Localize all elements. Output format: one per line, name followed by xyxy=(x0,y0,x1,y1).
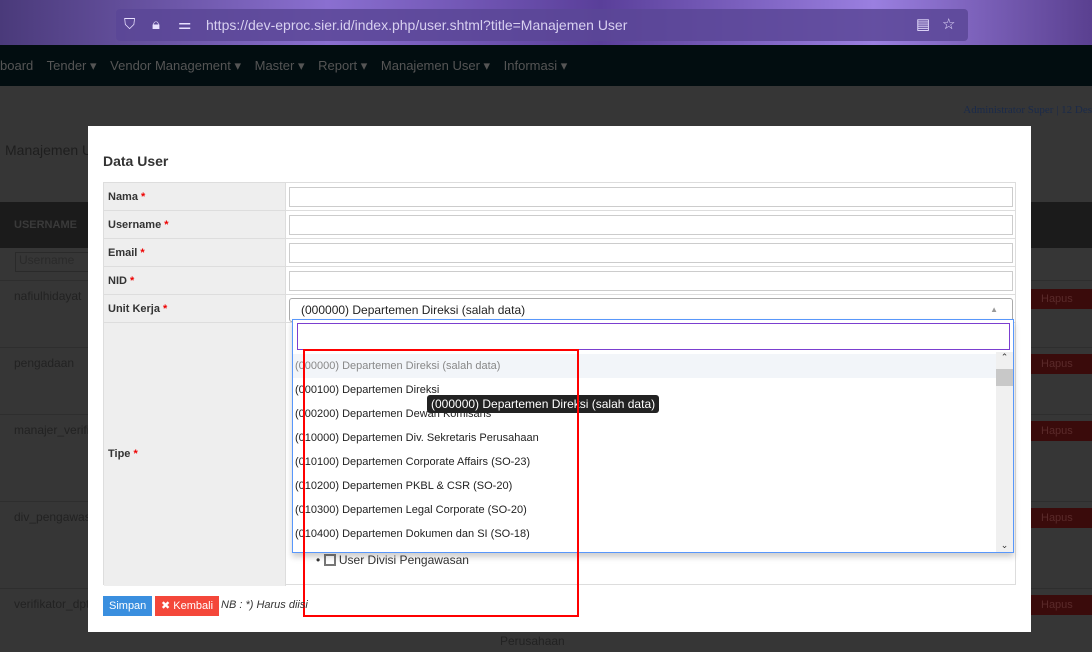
kembali-button[interactable]: ✖ Kembali xyxy=(155,596,220,616)
nid-input[interactable] xyxy=(289,271,1013,291)
row-username: div_pengawasa xyxy=(14,510,98,524)
nav-tender[interactable]: Tender ▾ xyxy=(47,58,97,73)
lock-icon: 🔒︎ xyxy=(152,16,160,33)
row-username: verifikator_dpt xyxy=(14,597,90,611)
username-filter[interactable]: Username xyxy=(15,252,90,272)
url-text: https://dev-eproc.sier.id/index.php/user… xyxy=(206,17,628,33)
simpan-button[interactable]: Simpan xyxy=(103,596,153,616)
delete-button[interactable]: Hapus xyxy=(1031,421,1092,441)
label-email: Email * xyxy=(104,239,286,267)
nav-master[interactable]: Master ▾ xyxy=(255,58,305,73)
scroll-up-icon: ⌃ xyxy=(1000,352,1009,362)
dropdown-search-input[interactable] xyxy=(297,323,1010,350)
browser-toolbar: ⛉ 🔒︎ ⚌ https://dev-eproc.sier.id/index.p… xyxy=(0,0,1092,45)
scrollbar-thumb[interactable] xyxy=(996,369,1013,386)
dropdown-scrollbar[interactable]: ⌃ ⌄ xyxy=(996,352,1013,552)
reader-icon[interactable]: ▤ xyxy=(916,9,930,41)
modal-title: Data User xyxy=(103,153,169,169)
nav-dashboard[interactable]: board xyxy=(0,58,33,73)
data-user-modal: Data User Nama * Username * Email * NID … xyxy=(88,126,1031,632)
user-form: Nama * Username * Email * NID * Unit Ker… xyxy=(103,182,1016,617)
email-input[interactable] xyxy=(289,243,1013,263)
row-username: pengadaan xyxy=(14,356,75,370)
arrow-up-icon: ▲ xyxy=(990,305,998,314)
required-note: NB : *) Harus diisi xyxy=(221,599,308,611)
permissions-icon: ⚌ xyxy=(178,16,192,33)
username-input[interactable] xyxy=(289,215,1013,235)
row-username: manajer_verifik xyxy=(14,423,96,437)
nav-vendor-management[interactable]: Vendor Management ▾ xyxy=(110,58,241,73)
delete-button[interactable]: Hapus xyxy=(1031,508,1092,528)
label-nama: Nama * xyxy=(104,183,286,211)
main-nav: board Tender ▾ Vendor Management ▾ Maste… xyxy=(0,45,1092,86)
nav-manajemen-user[interactable]: Manajemen User ▾ xyxy=(381,58,490,73)
label-unit-kerja: Unit Kerja * xyxy=(104,295,286,323)
label-username: Username * xyxy=(104,211,286,239)
bookmark-star-icon[interactable]: ☆ xyxy=(942,9,955,41)
close-icon: ✖ xyxy=(161,600,171,612)
scroll-down-icon: ⌄ xyxy=(1000,540,1009,550)
nav-report[interactable]: Report ▾ xyxy=(318,58,367,73)
delete-button[interactable]: Hapus xyxy=(1031,354,1092,374)
delete-button[interactable]: Hapus xyxy=(1031,595,1092,615)
url-bar[interactable]: ⛉ 🔒︎ ⚌ https://dev-eproc.sier.id/index.p… xyxy=(116,9,968,41)
nama-input[interactable] xyxy=(289,187,1013,207)
label-nid: NID * xyxy=(104,267,286,295)
delete-button[interactable]: Hapus xyxy=(1031,289,1092,309)
shield-icon: ⛉ xyxy=(124,16,136,33)
row-username: nafiulhidayat xyxy=(14,289,82,303)
date-text: 12 Des xyxy=(1061,104,1092,116)
highlight-box xyxy=(303,349,579,617)
label-tipe: Tipe * xyxy=(104,323,286,586)
col-username: USERNAME xyxy=(14,219,77,231)
page-title: Manajemen Us xyxy=(5,142,100,158)
cell-text: Perusahaan xyxy=(500,634,565,648)
user-link[interactable]: Administrator Super xyxy=(963,104,1053,116)
nav-informasi[interactable]: Informasi ▾ xyxy=(504,58,568,73)
